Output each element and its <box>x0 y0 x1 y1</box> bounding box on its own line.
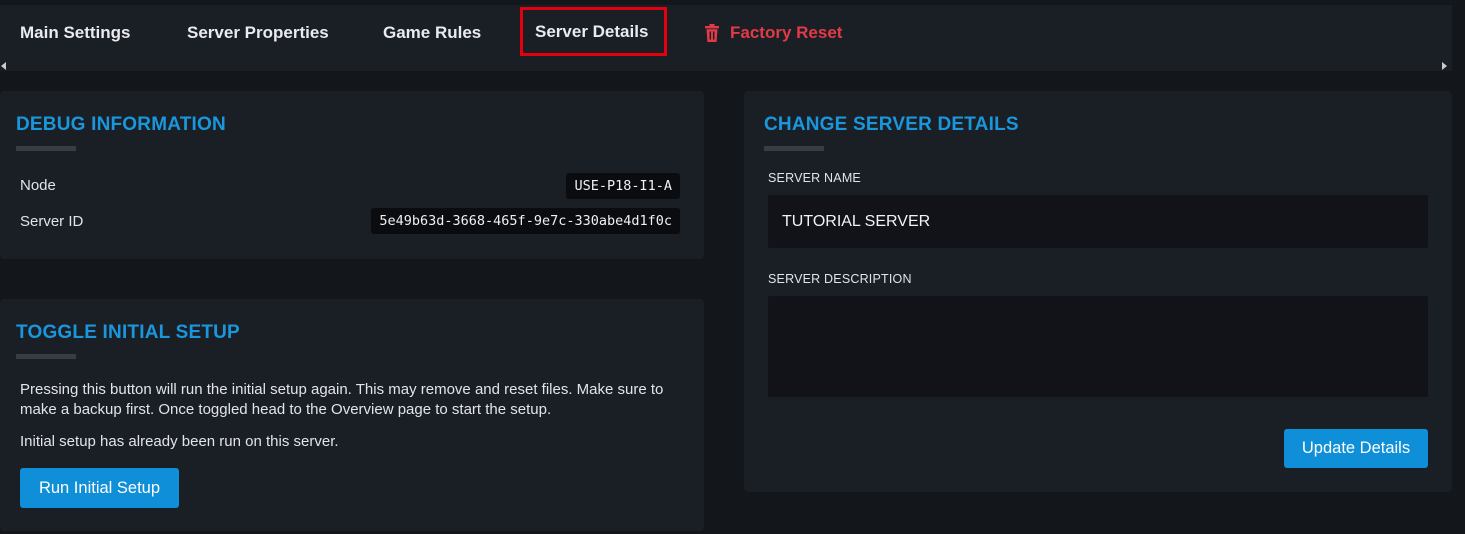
server-name-input[interactable] <box>768 195 1428 248</box>
node-label: Node <box>20 177 56 194</box>
server-name-label: SERVER NAME <box>768 171 861 185</box>
update-details-button[interactable]: Update Details <box>1284 429 1428 468</box>
tab-server-properties[interactable]: Server Properties <box>187 17 329 49</box>
trash-icon <box>704 24 720 42</box>
server-id-value: 5e49b63d-3668-465f-9e7c-330abe4d1f0c <box>371 208 680 234</box>
tab-factory-reset[interactable]: Factory Reset <box>704 17 842 49</box>
run-initial-setup-button[interactable]: Run Initial Setup <box>20 468 179 508</box>
title-underline <box>764 146 824 151</box>
tab-server-details[interactable]: Server Details <box>520 7 667 56</box>
factory-reset-label: Factory Reset <box>730 23 843 42</box>
title-underline <box>16 146 76 151</box>
title-underline <box>16 354 76 359</box>
setup-status: Initial setup has already been run on th… <box>20 433 339 450</box>
server-description-input[interactable] <box>768 296 1428 397</box>
toggle-initial-setup-card: TOGGLE INITIAL SETUP Pressing this butto… <box>0 299 704 531</box>
node-value: USE-P18-I1-A <box>566 173 680 199</box>
scroll-left-icon[interactable] <box>0 61 8 71</box>
change-server-details-title: CHANGE SERVER DETAILS <box>764 114 1019 135</box>
tab-game-rules[interactable]: Game Rules <box>383 17 481 49</box>
server-id-label: Server ID <box>20 213 84 230</box>
debug-information-title: DEBUG INFORMATION <box>16 114 226 135</box>
toggle-initial-setup-title: TOGGLE INITIAL SETUP <box>16 322 240 343</box>
tab-main-settings[interactable]: Main Settings <box>20 17 131 49</box>
debug-information-card: DEBUG INFORMATION Node USE-P18-I1-A Serv… <box>0 91 704 259</box>
settings-tab-bar: Main Settings Server Properties Game Rul… <box>0 5 1452 71</box>
setup-description: Pressing this button will run the initia… <box>20 381 664 418</box>
scroll-right-icon[interactable] <box>1440 61 1448 71</box>
change-server-details-card: CHANGE SERVER DETAILS SERVER NAME SERVER… <box>744 91 1452 492</box>
server-description-label: SERVER DESCRIPTION <box>768 272 912 286</box>
